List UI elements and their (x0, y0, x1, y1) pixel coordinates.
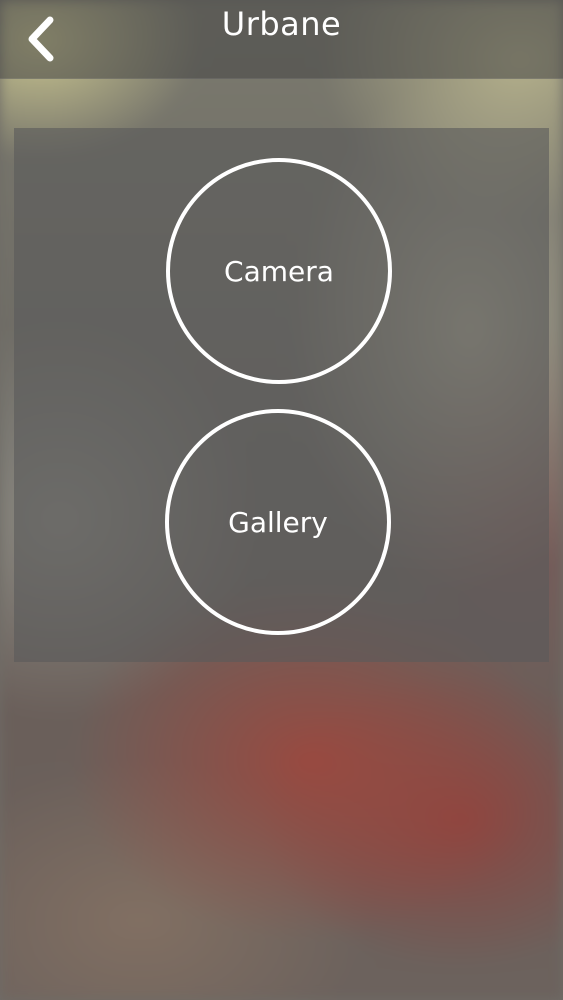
back-button[interactable] (18, 14, 64, 64)
chevron-left-icon (28, 16, 54, 62)
camera-button-label: Camera (224, 254, 334, 288)
gallery-button-label: Gallery (228, 505, 328, 539)
photo-source-screen: Urbane Camera Gallery (0, 0, 563, 1000)
camera-button[interactable]: Camera (166, 158, 392, 384)
gallery-button[interactable]: Gallery (165, 409, 391, 635)
source-picker-panel: Camera Gallery (14, 128, 549, 662)
top-bar (0, 0, 563, 79)
